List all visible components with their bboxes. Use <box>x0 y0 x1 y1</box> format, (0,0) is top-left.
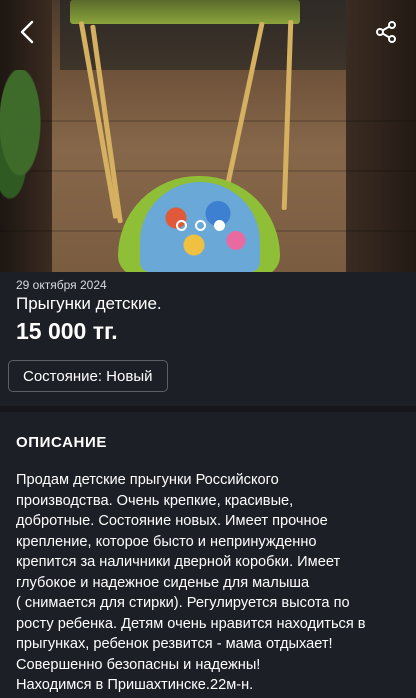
photo-floor-line <box>0 120 416 122</box>
gallery-dot-2[interactable] <box>195 220 206 231</box>
description-text: Продам детские прыгунки Российского прои… <box>16 472 366 693</box>
gallery-dot-1[interactable] <box>176 220 187 231</box>
back-button[interactable] <box>10 14 46 50</box>
photo-jumper-clamp <box>70 0 300 24</box>
listing-photo[interactable] <box>0 0 416 272</box>
condition-chip[interactable]: Состояние: Новый <box>8 360 168 392</box>
condition-chip-label: Состояние: Новый <box>23 367 153 385</box>
gallery-pagination <box>176 220 225 231</box>
share-icon <box>376 21 396 43</box>
photo-floor-line <box>0 170 416 172</box>
section-divider <box>0 406 416 412</box>
listing-date: 29 октября 2024 <box>16 278 107 292</box>
listing-title: Прыгунки детские. <box>16 294 162 313</box>
share-button[interactable] <box>368 14 404 50</box>
description-heading: ОПИСАНИЕ <box>16 434 107 451</box>
gallery-dot-3[interactable] <box>214 220 225 231</box>
listing-price: 15 000 тг. <box>16 318 118 344</box>
chevron-left-icon <box>20 20 34 44</box>
photo-plant <box>0 70 50 200</box>
